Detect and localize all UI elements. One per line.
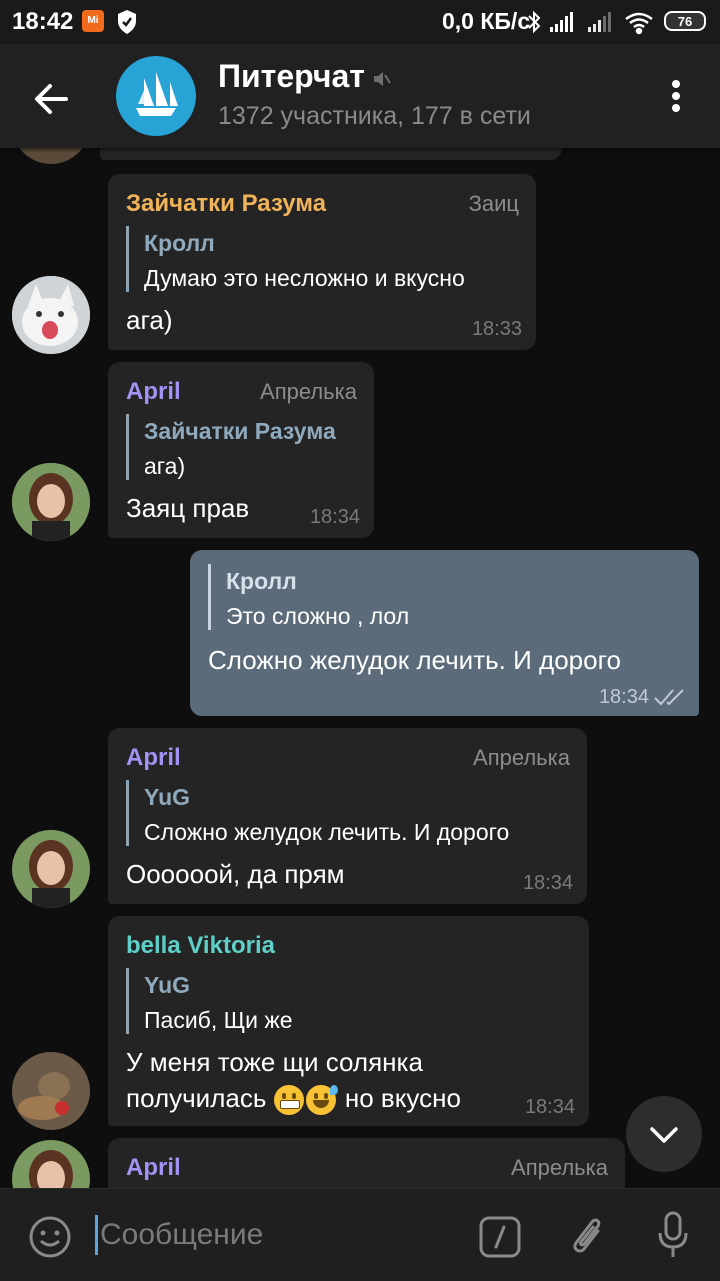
status-bar: 18:42 Mi 0,0 КБ/с 76 <box>0 0 720 44</box>
user-avatar[interactable] <box>12 830 90 908</box>
message-text: Оооооой, да прям <box>126 859 345 889</box>
more-options-icon[interactable] <box>660 74 692 118</box>
sender-name[interactable]: April <box>126 744 181 772</box>
woman-avatar-icon <box>12 830 90 908</box>
ship-logo-icon <box>136 72 178 116</box>
message-time: 18:34 <box>522 872 573 894</box>
message-text: ага) <box>126 305 173 335</box>
reply-author: Кролл <box>144 230 215 256</box>
cell-signal-icon <box>550 12 573 32</box>
woman-avatar-icon <box>12 463 90 541</box>
cat-avatar-icon <box>12 276 90 354</box>
message-time: 18:34 <box>309 506 360 528</box>
message-bubble[interactable]: bella Viktoria YuG Пасиб, Щи же У меня т… <box>108 916 589 1126</box>
message-text: Сложно желудок лечить. И дорого <box>208 645 621 675</box>
reply-author: Кролл <box>226 568 297 594</box>
microphone-icon[interactable] <box>656 1209 690 1261</box>
group-title[interactable]: Питерчат <box>218 58 365 95</box>
emoji-icon[interactable] <box>28 1215 72 1259</box>
message-text: Заяц прав <box>126 493 250 523</box>
sender-alias: Апрелька <box>511 1155 608 1180</box>
sender-name[interactable]: Зайчатки Разума <box>126 190 326 218</box>
scroll-to-bottom-button[interactable] <box>626 1096 702 1172</box>
reply-quote[interactable]: Зайчатки Разума ага) <box>126 414 336 480</box>
message-text-part: но вкусно <box>344 1083 461 1113</box>
woman-avatar-icon <box>12 1140 90 1188</box>
signal-icons <box>528 10 653 35</box>
back-arrow-icon[interactable] <box>28 76 74 122</box>
message-composer <box>0 1188 720 1281</box>
sweat-smile-emoji-icon <box>305 1085 338 1116</box>
message-time: 18:34 <box>598 686 649 708</box>
member-count: 1372 участника, 177 в сети <box>218 102 531 130</box>
group-avatar[interactable] <box>116 56 196 136</box>
reply-author: Зайчатки Разума <box>144 418 336 444</box>
reply-quote[interactable]: YuG Сложно желудок лечить. И дорого <box>126 780 509 846</box>
message-time: 18:34 <box>524 1096 575 1118</box>
wifi-icon <box>625 12 653 35</box>
grimacing-emoji-icon <box>273 1085 304 1116</box>
sender-alias: Апрелька <box>473 745 570 770</box>
user-avatar[interactable] <box>12 276 90 354</box>
paperclip-icon[interactable] <box>566 1211 610 1261</box>
sender-name[interactable]: April <box>126 378 181 406</box>
message-list[interactable]: Зайчатки Разума Заиц Кролл Думаю это нес… <box>0 148 720 1188</box>
sender-name[interactable]: April <box>126 1154 181 1182</box>
message-input[interactable] <box>98 1209 462 1261</box>
bot-commands-icon[interactable] <box>478 1215 522 1259</box>
reply-text: Сложно желудок лечить. И дорого <box>144 819 510 845</box>
sender-alias: Апрелька <box>260 379 357 404</box>
chat-header: Питерчат 1372 участника, 177 в сети <box>0 44 720 148</box>
squirrel-avatar-icon <box>12 1052 90 1130</box>
cell-signal-2-icon <box>588 12 611 32</box>
sender-alias: Заиц <box>468 191 519 216</box>
status-time: 18:42 <box>12 8 74 35</box>
user-avatar[interactable] <box>12 1140 90 1188</box>
bluetooth-icon <box>528 10 541 34</box>
reply-quote[interactable]: Кролл Думаю это несложно и вкусно <box>126 226 465 292</box>
message-text-part: получилась <box>126 1083 267 1113</box>
battery-indicator: 76 <box>664 11 706 31</box>
user-avatar[interactable] <box>12 1052 90 1130</box>
reply-author: YuG <box>144 784 191 810</box>
read-checkmarks-icon <box>654 689 684 706</box>
partial-message-bubble[interactable] <box>100 148 562 160</box>
user-avatar[interactable] <box>12 463 90 541</box>
user-avatar[interactable] <box>12 148 90 164</box>
reply-quote[interactable]: Кролл Это сложно , лол <box>208 564 409 630</box>
outgoing-message-bubble[interactable]: Кролл Это сложно , лол Сложно желудок ле… <box>190 550 699 716</box>
message-time: 18:33 <box>471 318 522 340</box>
muted-icon <box>374 72 391 86</box>
message-bubble[interactable]: Зайчатки Разума Заиц Кролл Думаю это нес… <box>108 174 536 350</box>
message-text-line: получилась но вкусно <box>126 1080 461 1116</box>
reply-text: Думаю это несложно и вкусно <box>144 265 465 291</box>
reply-text: ага) <box>144 453 186 479</box>
message-bubble[interactable]: April Апрелька <box>108 1138 625 1188</box>
message-text-line: У меня тоже щи солянка <box>126 1047 423 1077</box>
reply-text: Это сложно , лол <box>226 603 410 629</box>
reply-quote[interactable]: YuG Пасиб, Щи же <box>126 968 293 1034</box>
reply-text: Пасиб, Щи же <box>144 1007 293 1033</box>
chevron-down-icon <box>650 1127 678 1143</box>
network-speed: 0,0 КБ/с <box>442 8 531 34</box>
message-bubble[interactable]: April Апрелька Зайчатки Разума ага) Заяц… <box>108 362 374 538</box>
sender-name[interactable]: bella Viktoria <box>126 932 275 960</box>
mi-notification-icon: Mi <box>82 10 104 32</box>
shield-icon <box>118 10 136 34</box>
reply-author: YuG <box>144 972 191 998</box>
message-bubble[interactable]: April Апрелька YuG Сложно желудок лечить… <box>108 728 587 904</box>
